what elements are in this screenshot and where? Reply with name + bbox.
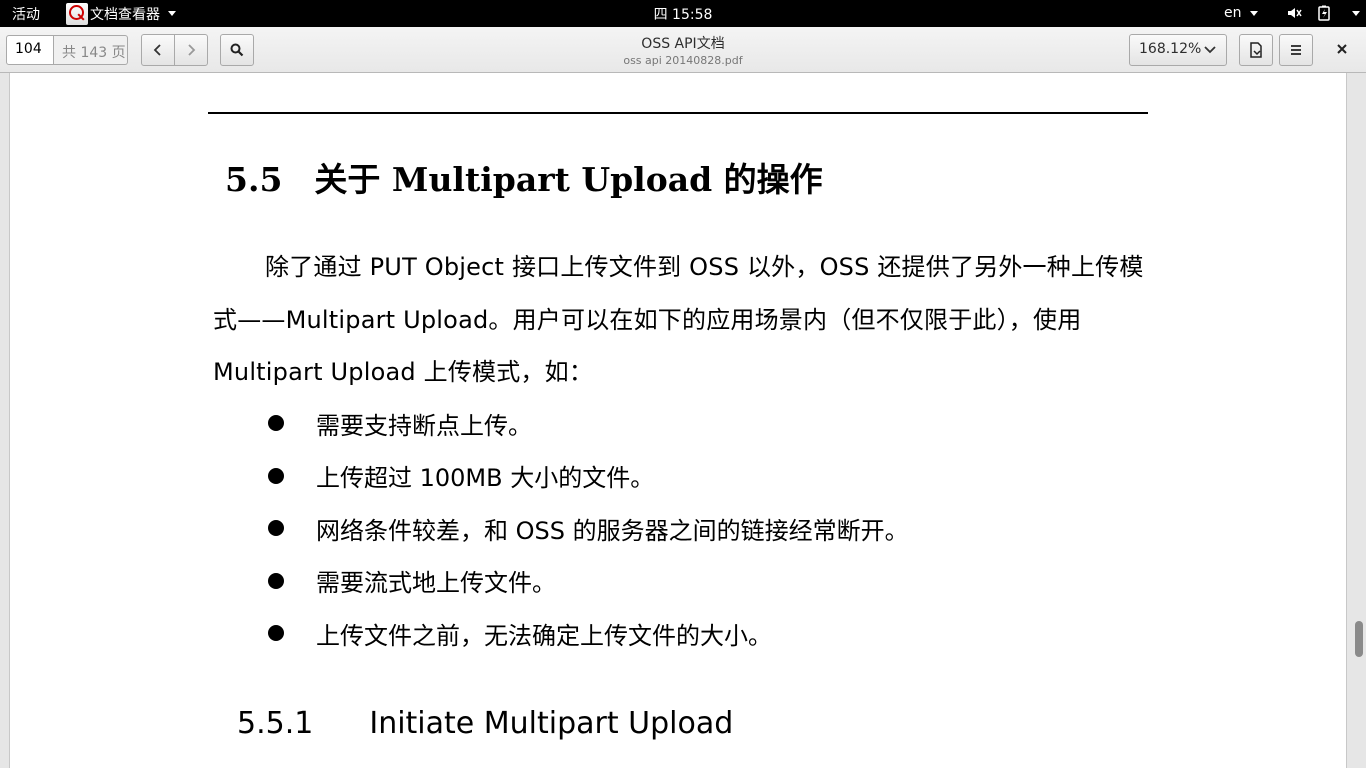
list-item: 上传文件之前，无法确定上传文件的大小。 — [265, 607, 909, 660]
document-viewer-app-icon — [66, 2, 88, 25]
system-menu-caret-icon[interactable] — [1352, 11, 1360, 16]
bullet-icon — [268, 415, 284, 432]
subsection-heading: 5.5.1 Initiate Multipart Upload — [237, 706, 733, 741]
input-language-indicator[interactable]: en — [1224, 5, 1258, 21]
close-window-button[interactable] — [1331, 40, 1353, 60]
subsection-title: Initiate Multipart Upload — [369, 706, 734, 741]
document-page: 5.5 关于 Multipart Upload 的操作 除了通过 PUT Obje… — [9, 73, 1347, 768]
volume-muted-icon[interactable] — [1286, 5, 1302, 21]
battery-charging-icon[interactable] — [1316, 5, 1332, 21]
section-title: 关于 Multipart Upload 的操作 — [314, 160, 823, 199]
page-number-input[interactable]: 104 — [6, 35, 54, 65]
bullet-icon — [268, 625, 284, 642]
app-menu-hamburger-button[interactable] — [1279, 34, 1313, 66]
bullet-icon — [268, 467, 284, 484]
list-item-text: 上传文件之前，无法确定上传文件的大小。 — [316, 621, 772, 650]
document-page-icon — [1250, 42, 1262, 58]
list-item-text: 需要支持断点上传。 — [316, 411, 532, 440]
hamburger-menu-icon — [1291, 45, 1301, 55]
list-item: 网络条件较差，和 OSS 的服务器之间的链接经常断开。 — [265, 502, 909, 555]
document-title: OSS API文档 — [641, 36, 725, 52]
list-item-text: 需要流式地上传文件。 — [316, 569, 556, 598]
use-case-list: 需要支持断点上传。 上传超过 100MB 大小的文件。 网络条件较差，和 OSS… — [265, 397, 909, 660]
chevron-down-icon — [1204, 46, 1216, 54]
close-icon — [1337, 44, 1347, 54]
viewer-toolbar: 104 共 143 页 OSS API文档 oss api 20140828.p… — [0, 27, 1366, 73]
list-item: 需要流式地上传文件。 — [265, 555, 909, 608]
zoom-selector[interactable]: 168.12% — [1129, 34, 1227, 66]
page-total-label: 共 143 页 — [54, 35, 128, 65]
next-page-button[interactable] — [174, 34, 208, 66]
chevron-left-icon — [153, 44, 161, 56]
document-filename: oss api 20140828.pdf — [623, 54, 743, 67]
app-menu-button[interactable]: 文档查看器 — [66, 0, 176, 27]
document-title-area: OSS API文档 oss api 20140828.pdf — [500, 33, 866, 67]
list-item-text: 网络条件较差，和 OSS 的服务器之间的链接经常断开。 — [316, 516, 909, 545]
app-menu-label: 文档查看器 — [90, 6, 160, 23]
search-button[interactable] — [220, 34, 254, 66]
header-rule — [208, 112, 1148, 114]
list-item-text: 上传超过 100MB 大小的文件。 — [316, 464, 655, 493]
page-selector: 104 共 143 页 — [6, 35, 128, 65]
previous-page-button[interactable] — [141, 34, 175, 66]
search-icon — [230, 43, 244, 57]
language-caret-icon — [1249, 10, 1258, 16]
system-top-bar: 活动 文档查看器 四 15:58 en — [0, 0, 1366, 27]
intro-paragraph: 除了通过 PUT Object 接口上传文件到 OSS 以外，OSS 还提供了另… — [213, 253, 1144, 386]
bullet-icon — [268, 572, 284, 589]
activities-button[interactable]: 活动 — [12, 4, 40, 24]
app-menu-caret-icon — [168, 11, 176, 16]
page-view-button[interactable] — [1239, 34, 1273, 66]
document-viewport[interactable]: 5.5 关于 Multipart Upload 的操作 除了通过 PUT Obje… — [0, 73, 1366, 768]
subsection-number: 5.5.1 — [237, 706, 314, 741]
input-language-label: en — [1224, 5, 1242, 21]
zoom-level: 168.12% — [1139, 41, 1202, 57]
chevron-right-icon — [188, 44, 196, 56]
list-item: 需要支持断点上传。 — [265, 397, 909, 450]
list-item: 上传超过 100MB 大小的文件。 — [265, 450, 909, 503]
section-heading: 5.5 关于 Multipart Upload 的操作 — [225, 153, 823, 201]
section-number: 5.5 — [225, 160, 283, 199]
vertical-scrollbar-thumb[interactable] — [1355, 621, 1363, 657]
bullet-icon — [268, 520, 284, 537]
clock[interactable]: 四 15:58 — [0, 4, 1366, 24]
